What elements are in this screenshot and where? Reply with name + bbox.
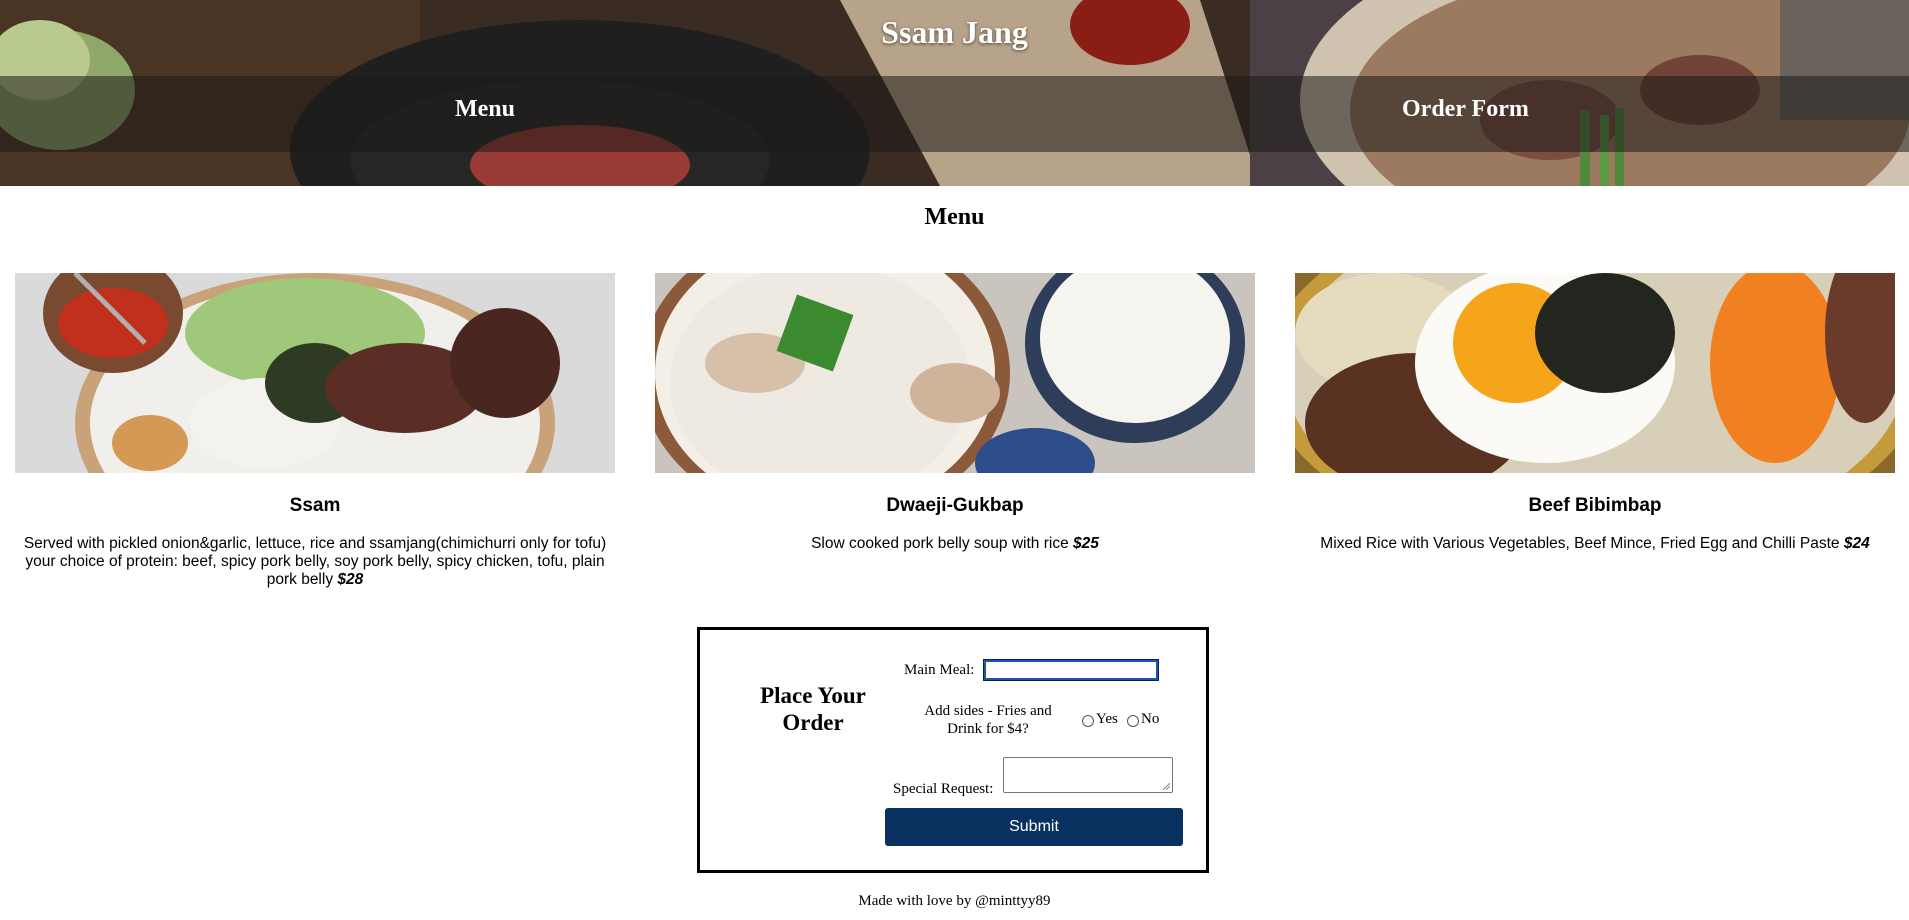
menu-card-ssam: Ssam Served with pickled onion&garlic, l… <box>15 273 615 589</box>
menu-card-beef-bibimbap: Beef Bibimbap Mixed Rice with Various Ve… <box>1295 273 1895 553</box>
menu-item-name: Dwaeji-Gukbap <box>886 495 1024 516</box>
menu-item-description: Slow cooked pork belly soup with rice $2… <box>811 535 1099 552</box>
special-request-label: Special Request: <box>893 781 994 797</box>
main-meal-input[interactable] <box>983 659 1159 681</box>
sides-yes-label: Yes <box>1096 711 1118 727</box>
ssam-image <box>15 273 615 473</box>
resize-grip-icon[interactable] <box>1163 783 1170 790</box>
menu-card-dwaeji-gukbap: Dwaeji-Gukbap Slow cooked pork belly sou… <box>655 273 1255 553</box>
menu-item-description: Served with pickled onion&garlic, lettuc… <box>23 535 607 588</box>
menu-item-description: Mixed Rice with Various Vegetables, Beef… <box>1320 535 1870 552</box>
dwaeji-gukbap-image <box>655 273 1255 473</box>
order-form: Place Your Order Main Meal: Add sides - … <box>697 627 1209 873</box>
sides-no-radio[interactable] <box>1127 715 1139 727</box>
submit-button[interactable]: Submit <box>885 808 1183 846</box>
menu-item-price: $25 <box>1073 535 1099 552</box>
nav-link-order-form[interactable]: Order Form <box>1402 96 1529 123</box>
menu-heading: Menu <box>924 204 985 230</box>
sides-yes-radio[interactable] <box>1082 715 1094 727</box>
beef-bibimbap-image <box>1295 273 1895 473</box>
order-form-title: Place Your Order <box>760 683 866 735</box>
sides-label: Add sides - Fries and Drink for $4? <box>924 703 1052 737</box>
nav-link-menu[interactable]: Menu <box>455 96 515 123</box>
menu-item-name: Beef Bibimbap <box>1528 495 1662 516</box>
header-hero: Ssam Jang Menu Order Form <box>0 0 1909 186</box>
special-request-textarea[interactable] <box>1003 757 1173 793</box>
menu-item-name: Ssam <box>289 495 341 516</box>
footer-credit: Made with love by @minttyy89 <box>858 893 1051 909</box>
menu-item-price: $28 <box>337 571 364 588</box>
menu-item-price: $24 <box>1843 535 1870 552</box>
main-meal-label: Main Meal: <box>904 662 975 678</box>
site-title: Ssam Jang <box>881 14 1028 50</box>
navbar: Menu Order Form <box>0 76 1909 152</box>
sides-no-label: No <box>1141 711 1160 727</box>
